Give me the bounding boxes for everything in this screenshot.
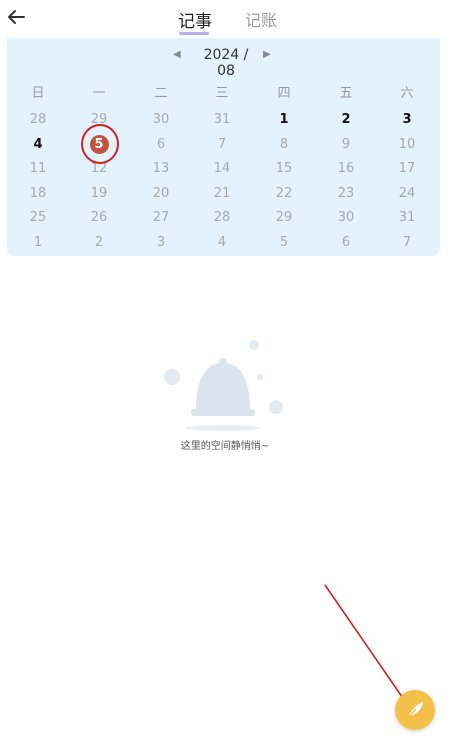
add-note-button[interactable]: [395, 690, 435, 730]
feather-pen-icon: [407, 702, 423, 719]
annotation-arrow: [324, 584, 414, 714]
